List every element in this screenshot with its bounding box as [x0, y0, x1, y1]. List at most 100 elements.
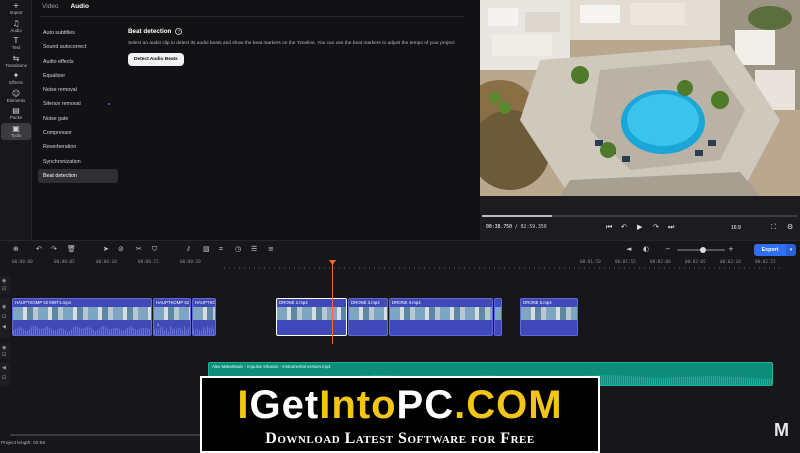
help-icon[interactable]: ?	[175, 28, 183, 35]
clip-thumbnails	[390, 307, 492, 320]
select-tool-icon[interactable]: ➤	[103, 245, 109, 253]
watermark-banner: IGetIntoPC.COM Download Latest Software …	[200, 376, 600, 453]
settings-icon[interactable]: ⚙	[787, 223, 793, 231]
track-controls-empty: ◉ ⊡	[0, 343, 10, 359]
sidebar-item-effects[interactable]: ✦ Effects	[0, 70, 32, 87]
left-toolbar: + Import ♫ Audio T Text ⇆ Transitions ✦ …	[0, 0, 32, 240]
logo-part: I	[237, 383, 250, 427]
logo-part: PC	[396, 383, 455, 427]
music-note-icon: ♫	[12, 18, 20, 28]
eye-icon[interactable]: ◉	[2, 304, 6, 310]
export-button[interactable]: Export	[754, 244, 786, 256]
track-controls-overlay: ◉ ⊡	[0, 276, 10, 294]
sidebar-item-packs[interactable]: ▤ Packs	[0, 105, 32, 122]
speed-icon[interactable]: ◷	[235, 245, 241, 253]
zoom-out-icon[interactable]: −	[665, 245, 671, 253]
menu-item-label: Synchronization	[43, 158, 81, 165]
sidebar-item-tools[interactable]: ▣ Tools	[1, 122, 31, 140]
eye-icon[interactable]: ◉	[2, 278, 6, 284]
export-options-button[interactable]: ▾	[786, 244, 796, 256]
clip-waveform	[13, 325, 151, 335]
clip-thumbnails	[521, 307, 577, 320]
project-length: Project length: 02:59	[1, 441, 46, 446]
video-clip[interactable]: DRONE 5.mp4	[520, 298, 578, 336]
sidebar-item-elements[interactable]: ☺ Elements	[0, 88, 32, 105]
lock-icon[interactable]: ⊡	[2, 314, 6, 320]
clip-name: HAUPTKOMP 52	[156, 300, 190, 305]
audio-mix-icon[interactable]: ◄	[626, 245, 631, 253]
detect-audio-beats-button[interactable]: Detect Audio Beats	[128, 53, 184, 66]
menu-item-synchronization[interactable]: Synchronization	[38, 155, 118, 169]
lock-icon[interactable]: ⊡	[2, 375, 6, 381]
crop-icon[interactable]: ⌗	[219, 245, 223, 254]
sidebar-item-text[interactable]: T Text	[0, 35, 32, 52]
audio-clip-name: Alex MakeMusic - Impulse Infusion - Inst…	[212, 364, 331, 369]
forward-icon[interactable]: ↷	[653, 223, 659, 231]
logo-part: Into	[319, 383, 397, 427]
lock-icon[interactable]: ⊡	[2, 352, 6, 358]
sidebar-item-label: Effects	[9, 80, 23, 85]
more-tools-icon[interactable]: ≡	[268, 245, 274, 253]
tab-video[interactable]: Video	[42, 3, 59, 10]
media-icon[interactable]: ▨	[203, 245, 210, 253]
mute-icon[interactable]: ◀	[2, 365, 6, 371]
split-icon[interactable]: ⫽	[187, 245, 190, 254]
sidebar-item-label: Tools	[10, 132, 22, 138]
sidebar-item-transitions[interactable]: ⇆ Transitions	[0, 53, 32, 70]
ruler-tick: 00:00:00	[12, 260, 33, 265]
menu-item-noise-gate[interactable]: Noise gate	[38, 112, 118, 126]
video-clip[interactable]: HAUPTKOMP 52 1	[153, 298, 191, 336]
seekbar-progress	[482, 215, 552, 217]
skip-forward-icon[interactable]: ⏭	[668, 223, 674, 232]
menu-item-sound-autocorrect[interactable]: Sound autocorrect	[38, 40, 118, 54]
menu-item-audio-effects[interactable]: Audio effects	[38, 55, 118, 69]
redo-icon[interactable]: ↷	[51, 245, 57, 253]
timeline-scrollbar[interactable]	[10, 434, 210, 436]
adjust-icon[interactable]: ☰	[251, 245, 257, 253]
pane-description: Select an audio clip to detect its audio…	[128, 41, 455, 46]
aspect-ratio-select[interactable]: 16:9	[731, 225, 741, 231]
playback-seekbar[interactable]	[482, 215, 798, 217]
fullscreen-icon[interactable]: ⛶	[771, 223, 776, 232]
play-icon[interactable]: ▶	[637, 223, 642, 231]
eye-icon[interactable]: ◉	[2, 345, 6, 351]
video-clip-selected[interactable]: DRONE 2.mp4	[276, 298, 347, 336]
lock-icon[interactable]: ⊡	[2, 286, 6, 292]
video-clip[interactable]: DRONE 3.mp4	[348, 298, 388, 336]
playhead[interactable]	[332, 262, 333, 344]
menu-item-auto-subtitles[interactable]: Auto subtitles	[38, 26, 118, 40]
clip-thumbnails	[277, 307, 346, 320]
undo-icon[interactable]: ↶	[36, 245, 42, 253]
track-controls-video: ◉ ⊡ ◀	[0, 298, 10, 338]
menu-item-equalizer[interactable]: Equalizer	[38, 69, 118, 83]
menu-item-label: Compressor	[43, 130, 72, 137]
sidebar-item-import[interactable]: + Import	[0, 0, 32, 17]
time-ruler[interactable]: 00:00:00 00:00:05 00:00:10 00:00:15 00:0…	[10, 260, 800, 272]
video-clip[interactable]: DRONE 4.mp4	[389, 298, 493, 336]
menu-item-reverberation[interactable]: Reverberation	[38, 140, 118, 154]
zoom-slider-handle[interactable]	[700, 247, 706, 253]
menu-item-label: Auto subtitles	[43, 30, 75, 36]
video-clip[interactable]: HAUPTKOMP 52 MMT1.mp4	[12, 298, 152, 336]
skip-back-icon[interactable]: ⏮	[606, 223, 612, 232]
rewind-icon[interactable]: ↶	[621, 223, 627, 231]
mute-icon[interactable]: ◀	[2, 324, 6, 330]
sidebar-item-audio[interactable]: ♫ Audio	[0, 18, 32, 35]
menu-item-beat-detection[interactable]: Beat detection	[38, 168, 118, 184]
clip-name: HAUPTKOMP 52 MMT1.mp4	[15, 300, 72, 305]
tab-audio[interactable]: Audio	[71, 3, 89, 10]
delete-icon[interactable]: 🗑	[67, 245, 76, 253]
current-time: 00:38.750	[486, 225, 512, 230]
video-clip[interactable]	[494, 298, 502, 336]
video-clip[interactable]: HAUPTKO	[192, 298, 216, 336]
menu-item-noise-removal[interactable]: Noise removal	[38, 83, 118, 97]
cut-icon[interactable]: ✂	[136, 245, 142, 253]
transitions-icon: ⇆	[12, 53, 20, 63]
disable-icon[interactable]: ⊘	[118, 245, 124, 253]
add-track-icon[interactable]: ⊕	[13, 245, 19, 253]
zoom-in-icon[interactable]: +	[728, 245, 734, 253]
marker-icon[interactable]: ⛉	[152, 245, 157, 254]
menu-item-compressor[interactable]: Compressor	[38, 126, 118, 140]
menu-item-silence-removal[interactable]: Silence removal	[38, 97, 118, 111]
magnet-icon[interactable]: ◐	[643, 245, 649, 253]
